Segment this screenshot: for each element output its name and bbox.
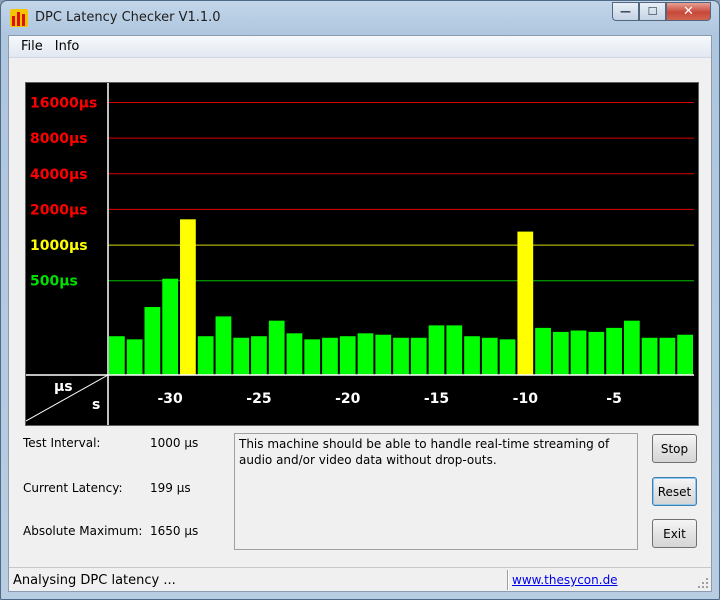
latency-bar [144, 307, 161, 375]
latency-bar [286, 333, 303, 375]
latency-bar [606, 327, 622, 375]
current-latency-label: Current Latency: [23, 481, 123, 495]
y-tick-label: 8000µs [30, 131, 88, 147]
y-tick-label: 500µs [30, 274, 78, 290]
latency-bar [339, 336, 356, 375]
menu-info[interactable]: Info [49, 39, 86, 54]
latency-bar [481, 337, 498, 375]
latency-bar [162, 278, 179, 375]
latency-bar [393, 337, 409, 375]
reset-button[interactable]: Reset [652, 477, 697, 506]
latency-bar [322, 337, 338, 375]
latency-bar [197, 336, 214, 375]
title-bar[interactable]: DPC Latency Checker V1.1.0 — ☐ ✕ [1, 1, 719, 35]
y-tick-label: 1000µs [30, 238, 88, 254]
latency-bar [357, 333, 374, 375]
current-latency-value: 199 µs [150, 481, 191, 495]
test-interval-label: Test Interval: [23, 436, 101, 450]
x-unit-label: s [92, 397, 100, 413]
latency-bar [375, 334, 392, 375]
latency-bar [641, 337, 658, 375]
latency-bar [268, 320, 285, 375]
status-text: Analysing DPC latency ... [13, 573, 176, 588]
y-tick-label: 16000µs [30, 95, 97, 111]
latency-bar [677, 334, 693, 375]
latency-bar [126, 339, 143, 375]
latency-bar [215, 316, 232, 375]
latency-bar [588, 331, 605, 375]
latency-bar [410, 337, 427, 375]
latency-bar [304, 339, 321, 375]
latency-bar [109, 336, 125, 375]
latency-bar [552, 331, 569, 375]
status-separator [507, 570, 509, 590]
stop-button[interactable]: Stop [652, 434, 697, 463]
exit-button[interactable]: Exit [652, 519, 697, 548]
latency-bar [180, 219, 196, 375]
y-tick-label: 4000µs [30, 167, 88, 183]
status-message-box: This machine should be able to handle re… [234, 433, 638, 550]
test-interval-value: 1000 µs [150, 436, 199, 450]
latency-bar [570, 330, 587, 375]
x-tick-label: -15 [424, 391, 449, 407]
resize-grip-icon[interactable] [697, 577, 709, 589]
y-unit-label: µs [54, 379, 73, 395]
maximize-button[interactable]: ☐ [639, 2, 666, 21]
latency-bar [535, 327, 551, 375]
status-bar: Analysing DPC latency ... www.thesycon.d… [9, 567, 711, 591]
latency-chart-svg: 16000µs 8000µs 4000µs 2000µs 1000µs 500µs µs s -… [26, 83, 694, 425]
latency-bar [659, 337, 676, 375]
app-window: DPC Latency Checker V1.1.0 — ☐ ✕ File In… [0, 0, 720, 600]
latency-bar [233, 337, 250, 375]
absolute-maximum-value: 1650 µs [150, 524, 199, 538]
website-link[interactable]: www.thesycon.de [512, 573, 618, 587]
x-tick-label: -20 [335, 391, 361, 407]
latency-bar [446, 325, 463, 375]
menu-file[interactable]: File [15, 39, 49, 54]
latency-bar [428, 325, 445, 375]
latency-bar [464, 336, 480, 375]
client-area: File Info 16000µs 8000µs 4000µs 2000µs 1000µ… [8, 35, 712, 592]
menu-bar: File Info [9, 36, 711, 58]
x-tick-label: -30 [158, 391, 184, 407]
close-button[interactable]: ✕ [666, 2, 711, 21]
x-tick-label: -25 [246, 391, 271, 407]
absolute-maximum-label: Absolute Maximum: [23, 524, 143, 538]
x-tick-label: -5 [606, 391, 622, 407]
app-icon [10, 9, 28, 27]
latency-bar [517, 231, 534, 375]
latency-chart: 16000µs 8000µs 4000µs 2000µs 1000µs 500µs µs s -… [25, 82, 699, 426]
caption-buttons: — ☐ ✕ [612, 2, 711, 22]
y-tick-label: 2000µs [30, 202, 88, 218]
minimize-button[interactable]: — [612, 2, 639, 21]
window-title: DPC Latency Checker V1.1.0 [35, 10, 221, 25]
latency-bar [251, 336, 267, 375]
latency-bar [499, 339, 516, 375]
x-tick-label: -10 [513, 391, 539, 407]
latency-bar [623, 320, 640, 375]
